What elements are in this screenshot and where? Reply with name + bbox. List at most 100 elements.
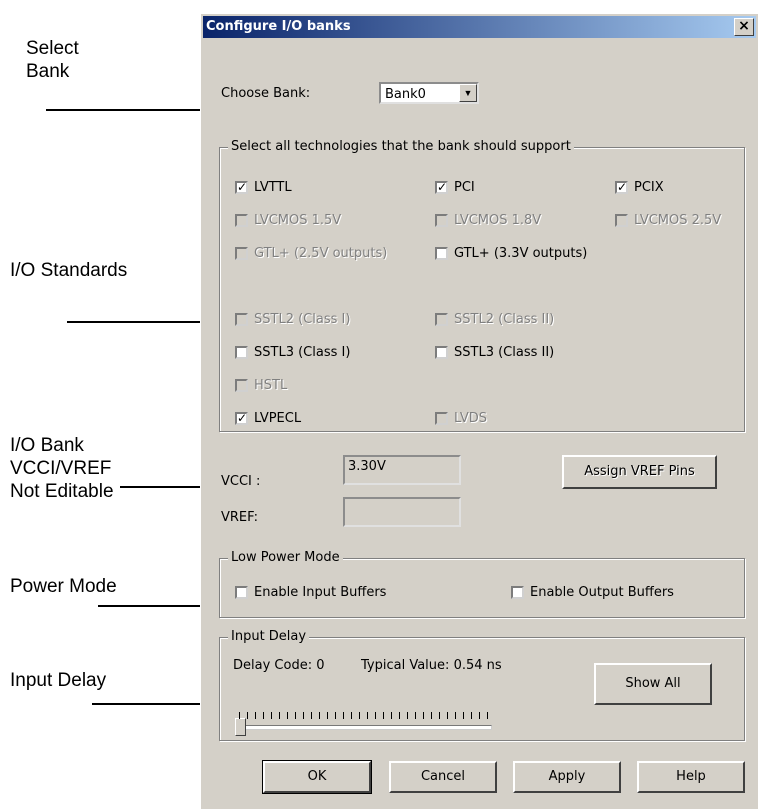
slider-track <box>235 725 492 730</box>
slider-tick <box>255 712 256 719</box>
tech-checkbox-label: LVCMOS 1.8V <box>454 213 542 228</box>
tech-checkbox: LVCMOS 2.5V <box>615 213 721 228</box>
tech-checkbox[interactable]: ✓ PCI <box>435 180 475 195</box>
checkbox-box[interactable] <box>511 586 524 599</box>
slider-tick <box>487 712 488 719</box>
tech-checkbox-label: LVPECL <box>254 411 302 426</box>
slider-tick <box>375 712 376 719</box>
enable-output-buffers-checkbox[interactable]: Enable Output Buffers <box>511 585 674 600</box>
slider-tick <box>319 712 320 719</box>
annotation-select-bank: Select Bank <box>26 38 79 82</box>
slider-tick <box>479 712 480 719</box>
tech-checkbox-label: LVTTL <box>254 180 292 195</box>
close-button[interactable]: × <box>734 18 754 36</box>
slider-tick <box>327 712 328 719</box>
slider-tick <box>431 712 432 719</box>
chevron-down-icon[interactable]: ▼ <box>459 84 477 102</box>
delay-code-caption: Delay Code: <box>233 658 313 673</box>
annotation-io-standards: I/O Standards <box>10 260 128 281</box>
tech-checkbox-label: SSTL2 (Class I) <box>254 312 351 327</box>
input-delay-slider[interactable] <box>235 709 492 739</box>
apply-button[interactable]: Apply <box>513 761 621 793</box>
help-button[interactable]: Help <box>637 761 745 793</box>
slider-tick <box>439 712 440 719</box>
slider-tick <box>351 712 352 719</box>
tech-checkbox[interactable]: SSTL3 (Class II) <box>435 345 554 360</box>
vcci-field: 3.30V <box>343 455 461 485</box>
vcci-label: VCCI : <box>221 474 261 489</box>
input-delay-legend: Input Delay <box>228 629 310 644</box>
tech-checkbox-label: HSTL <box>254 378 288 393</box>
checkbox-box[interactable] <box>235 586 248 599</box>
typical-value-label: Typical Value: 0.54 ns <box>361 658 502 673</box>
checkbox-box <box>235 247 248 260</box>
low-power-mode-legend: Low Power Mode <box>228 550 343 565</box>
dialog-title: Configure I/O banks <box>206 19 351 34</box>
checkbox-box[interactable] <box>435 346 448 359</box>
slider-tick <box>367 712 368 719</box>
delay-code-label: Delay Code: 0 <box>233 658 325 673</box>
vref-label: VREF: <box>221 510 258 525</box>
annotation-power-mode: Power Mode <box>10 576 117 597</box>
checkbox-box <box>615 214 628 227</box>
enable-output-buffers-label: Enable Output Buffers <box>530 585 674 600</box>
annotation-io-bank: I/O Bank VCCI/VREF Not Editable <box>10 435 114 502</box>
configure-io-banks-dialog: Configure I/O banks × Choose Bank: Bank0… <box>200 13 758 809</box>
slider-tick <box>343 712 344 719</box>
tech-checkbox[interactable]: ✓ LVPECL <box>235 411 301 426</box>
typical-value-value: 0.54 ns <box>453 658 502 673</box>
slider-tick <box>407 712 408 719</box>
slider-tick <box>279 712 280 719</box>
ok-button[interactable]: OK <box>262 760 372 794</box>
vref-field <box>343 497 461 527</box>
cancel-button[interactable]: Cancel <box>389 761 497 793</box>
slider-tick <box>335 712 336 719</box>
checkbox-box <box>435 412 448 425</box>
tech-checkbox-label: SSTL3 (Class I) <box>254 345 351 360</box>
enable-input-buffers-label: Enable Input Buffers <box>254 585 387 600</box>
checkbox-box <box>235 313 248 326</box>
checkmark-icon[interactable]: ✓ <box>235 181 248 194</box>
slider-tick <box>239 712 240 719</box>
slider-tick <box>311 712 312 719</box>
tech-checkbox: LVCMOS 1.5V <box>235 213 341 228</box>
show-all-button[interactable]: Show All <box>594 663 712 705</box>
title-bar[interactable]: Configure I/O banks × <box>203 16 756 38</box>
tech-checkbox: LVCMOS 1.8V <box>435 213 541 228</box>
slider-tick <box>415 712 416 719</box>
slider-tick <box>391 712 392 719</box>
tech-checkbox-label: SSTL2 (Class II) <box>454 312 555 327</box>
tech-checkbox-label: LVCMOS 2.5V <box>634 213 722 228</box>
tech-checkbox[interactable]: ✓ PCIX <box>615 180 664 195</box>
tech-checkbox-label: PCIX <box>634 180 664 195</box>
slider-tick <box>447 712 448 719</box>
slider-tick <box>383 712 384 719</box>
slider-tick <box>455 712 456 719</box>
checkmark-icon[interactable]: ✓ <box>435 181 448 194</box>
slider-tick <box>271 712 272 719</box>
checkmark-icon[interactable]: ✓ <box>615 181 628 194</box>
slider-tick <box>295 712 296 719</box>
tech-checkbox: GTL+ (2.5V outputs) <box>235 246 387 261</box>
technologies-group: Select all technologies that the bank sh… <box>219 139 745 432</box>
tech-checkbox: SSTL2 (Class I) <box>235 312 350 327</box>
checkbox-box <box>435 214 448 227</box>
bank-select[interactable]: Bank0 ▼ <box>379 82 479 104</box>
tech-checkbox: LVDS <box>435 411 487 426</box>
tech-checkbox: SSTL2 (Class II) <box>435 312 554 327</box>
enable-input-buffers-checkbox[interactable]: Enable Input Buffers <box>235 585 386 600</box>
tech-checkbox[interactable]: ✓ LVTTL <box>235 180 292 195</box>
assign-vref-pins-button[interactable]: Assign VREF Pins <box>562 455 717 489</box>
bank-select-value: Bank0 <box>385 87 426 102</box>
tech-checkbox[interactable]: GTL+ (3.3V outputs) <box>435 246 587 261</box>
slider-tick <box>263 712 264 719</box>
checkbox-box[interactable] <box>435 247 448 260</box>
slider-tick <box>463 712 464 719</box>
slider-thumb[interactable] <box>235 718 246 736</box>
checkbox-box <box>235 214 248 227</box>
checkbox-box[interactable] <box>235 346 248 359</box>
technologies-legend: Select all technologies that the bank sh… <box>228 139 574 154</box>
tech-checkbox[interactable]: SSTL3 (Class I) <box>235 345 350 360</box>
checkmark-icon[interactable]: ✓ <box>235 412 248 425</box>
tech-checkbox-label: LVCMOS 1.5V <box>254 213 342 228</box>
